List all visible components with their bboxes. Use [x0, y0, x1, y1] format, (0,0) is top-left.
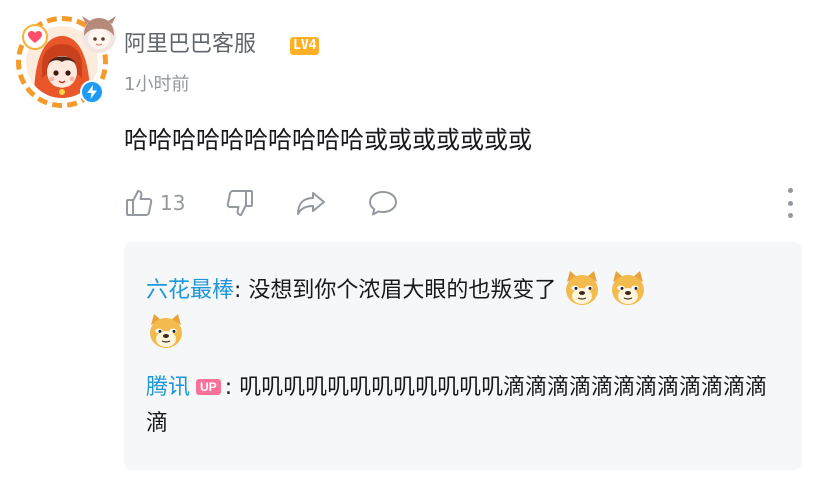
thumbs-down-icon	[225, 188, 255, 218]
doge-emoji	[608, 268, 648, 308]
share-button[interactable]	[295, 188, 327, 218]
doge-emoji	[146, 311, 186, 351]
comment-action-bar: 13	[124, 184, 439, 222]
avatar[interactable]	[16, 10, 126, 110]
reply-button[interactable]	[367, 188, 399, 218]
reply-item[interactable]: 腾讯 UP: 叽叽叽叽叽叽叽叽叽叽叽叽滴滴滴滴滴滴滴滴滴滴滴滴滴	[146, 370, 786, 442]
more-dot	[787, 200, 793, 206]
comment-content: 哈哈哈哈哈哈哈哈哈哈或或或或或或或	[124, 126, 532, 154]
reply-separator: :	[234, 278, 249, 303]
username[interactable]: 阿里巴巴客服	[124, 30, 256, 60]
like-count: 13	[160, 191, 186, 215]
timestamp: 1小时前	[124, 74, 190, 95]
reply-text: 没想到你个浓眉大眼的也叛变了	[248, 278, 557, 303]
reply-text: 叽叽叽叽叽叽叽叽叽叽叽叽滴滴滴滴滴滴滴滴滴滴滴滴滴	[146, 375, 768, 436]
doge-emoji	[562, 268, 602, 308]
more-vertical-icon[interactable]	[780, 188, 800, 218]
share-icon	[295, 188, 327, 218]
reply-separator: :	[224, 375, 240, 400]
dislike-button[interactable]	[225, 188, 255, 218]
reply-author-name[interactable]: 腾讯	[146, 375, 190, 400]
reply-author-name[interactable]: 六花最棒	[146, 278, 234, 303]
emoji-line	[146, 311, 786, 352]
level-badge: LV4	[290, 37, 320, 55]
like-button[interactable]: 13	[124, 188, 185, 218]
more-dot	[787, 188, 793, 193]
thumbs-up-icon	[124, 188, 154, 218]
comment-bubble-icon	[367, 188, 399, 218]
heart-icon	[22, 24, 48, 50]
lightning-verified-icon	[80, 80, 104, 104]
reply-preview-box[interactable]: 六花最棒: 没想到你个浓眉大眼的也叛变了 腾讯 UP: 叽叽叽叽叽叽叽叽叽叽叽叽滴…	[124, 242, 802, 470]
up-badge: UP	[196, 379, 221, 395]
reply-item[interactable]: 六花最棒: 没想到你个浓眉大眼的也叛变了	[146, 268, 786, 352]
more-dot	[787, 213, 793, 218]
avatar-pendant-decoration	[76, 12, 122, 58]
